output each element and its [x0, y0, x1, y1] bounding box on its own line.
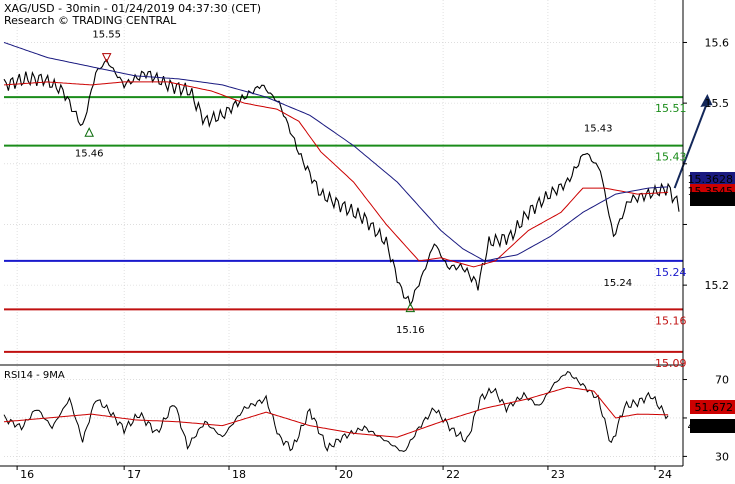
annotation-layer	[84, 53, 713, 313]
chart-subtitle: Research © TRADING CENTRAL	[4, 14, 177, 27]
x-tick-label: 23	[551, 468, 565, 480]
series-layer	[3, 42, 680, 453]
swing-label: 15.43	[584, 123, 613, 134]
rsi-tick-label: 70	[715, 374, 729, 387]
y-tick-label: 15.5	[705, 97, 730, 110]
rsi-title: RSI14 - 9MA	[4, 370, 65, 381]
level-label: 15.51	[655, 102, 687, 115]
swing-label: 15.16	[396, 325, 425, 336]
last-value-label: 51.672	[695, 401, 734, 414]
x-tick-label: 17	[127, 468, 141, 480]
x-tick-label: 20	[339, 468, 353, 480]
level-label: 15.09	[655, 357, 687, 370]
level-label: 15.43	[655, 151, 687, 164]
x-tick-label: 16	[20, 468, 34, 480]
swing-label: 15.55	[92, 29, 121, 40]
swing-label: 15.24	[604, 278, 633, 289]
x-tick-label: 22	[446, 468, 460, 480]
last-value-label: 49.8883	[688, 420, 734, 433]
x-tick-label: 18	[232, 468, 246, 480]
chart-root: 16 17 18 20 22 23 24 15.2 15.5 15.6 30 70 15.51 15.43…	[0, 0, 735, 481]
swing-low-marker	[84, 127, 95, 137]
chart-svg: 16 17 18 20 22 23 24 15.2 15.5 15.6 30 70 15.51 15.43…	[0, 0, 735, 481]
x-tick-label: 24	[658, 468, 672, 480]
y-tick-label: 15.2	[705, 279, 730, 292]
swing-label: 15.46	[75, 148, 104, 159]
rsi-tick-label: 30	[715, 450, 729, 463]
level-label: 15.24	[655, 266, 687, 279]
y-tick-label: 15.6	[705, 36, 730, 49]
level-label: 15.16	[655, 314, 687, 327]
last-value-label: 15.354	[695, 193, 734, 206]
